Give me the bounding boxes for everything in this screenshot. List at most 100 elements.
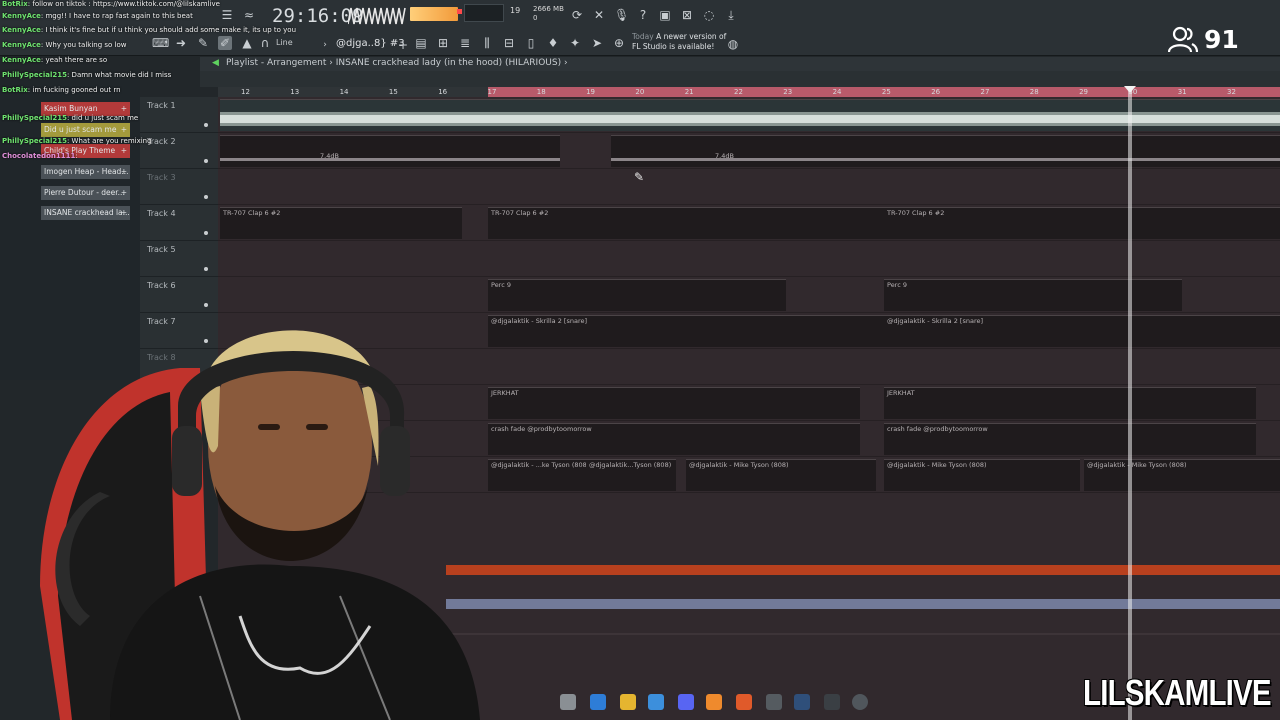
store-icon[interactable]: [648, 694, 664, 710]
timeline-ruler[interactable]: [218, 87, 1280, 97]
copilot-icon[interactable]: [590, 694, 606, 710]
brush-icon[interactable]: ✐: [218, 36, 232, 50]
chat-message: BotRix: follow on tiktok : https://www.t…: [2, 0, 220, 8]
stamp-icon[interactable]: ▲: [240, 36, 254, 50]
cross-icon[interactable]: ✕: [592, 8, 606, 22]
track-header[interactable]: Track 5: [140, 241, 218, 277]
track-lane[interactable]: [218, 97, 1280, 133]
mixer-icon[interactable]: ⫼: [480, 36, 494, 50]
folder-icon[interactable]: [620, 694, 636, 710]
track-led[interactable]: [204, 267, 208, 271]
pattern-clip[interactable]: Perc 9: [884, 279, 1182, 311]
document-icon[interactable]: ▯: [524, 36, 538, 50]
pattern-clip[interactable]: @djgalaktik - Skrilla 2 [snare]: [884, 315, 1280, 347]
snap-mode[interactable]: Line: [276, 38, 293, 47]
channel-rack-icon[interactable]: ≣: [458, 36, 472, 50]
playhead-marker[interactable]: [1124, 86, 1136, 93]
waveform: [220, 112, 1280, 126]
globe-icon[interactable]: ◍: [726, 37, 740, 51]
track-lane[interactable]: 7.4dB 7.4dB: [218, 133, 1280, 169]
pattern-clip[interactable]: JERKHAT: [884, 387, 1256, 419]
download-icon[interactable]: ⤓: [724, 8, 738, 22]
edison-icon[interactable]: ✦: [568, 36, 582, 50]
pattern-selector[interactable]: @djga..8} #3: [336, 38, 405, 49]
plugin-manager-icon[interactable]: ⊠: [680, 8, 694, 22]
brave-icon[interactable]: [736, 694, 752, 710]
pattern-clip[interactable]: crash fade @prodbytoomorrow: [884, 423, 1256, 455]
4k-icon[interactable]: [852, 694, 868, 710]
save-icon[interactable]: ▣: [658, 8, 672, 22]
fl-studio-icon[interactable]: [706, 694, 722, 710]
bar-number: 31: [1177, 88, 1187, 96]
help-icon[interactable]: ?: [636, 8, 650, 22]
add-icon[interactable]: +: [121, 186, 127, 200]
chevron-right-icon[interactable]: ›: [318, 38, 332, 52]
pattern-clip[interactable]: @djgalaktik - Mike Tyson (808): [1084, 459, 1280, 491]
automation-clip-red[interactable]: [446, 565, 1280, 575]
audio-clip[interactable]: [220, 99, 1280, 131]
cart-icon[interactable]: ⊕: [612, 36, 626, 50]
cpu-graph-icon: [464, 4, 504, 22]
piano-roll-icon[interactable]: ⊞: [436, 36, 450, 50]
picker-item[interactable]: INSANE crackhead la... +: [41, 206, 130, 220]
track-lane[interactable]: [218, 169, 1280, 205]
bar-number: 23: [783, 88, 793, 96]
pattern-clip[interactable]: @djgalaktik - Mike Tyson (808): [884, 459, 1080, 491]
bar-number: 20: [635, 88, 645, 96]
browser-icon[interactable]: ⊟: [502, 36, 516, 50]
track-lane[interactable]: [218, 241, 1280, 277]
chat-icon[interactable]: ◌: [702, 8, 716, 22]
waveform: [220, 158, 560, 161]
track-led[interactable]: [204, 231, 208, 235]
picker-item[interactable]: Pierre Dutour - deer... +: [41, 186, 130, 200]
track-led[interactable]: [204, 195, 208, 199]
chat-text: : did u just scam me: [66, 114, 139, 122]
chat-text: : I think it's fine but if u think you s…: [40, 26, 297, 34]
chat-message: KennyAce: I think it's fine but if u thi…: [2, 26, 296, 34]
viewer-counter: 91: [1168, 22, 1239, 56]
menu-icon[interactable]: ☰: [220, 8, 234, 22]
pattern-clip[interactable]: Perc 9: [488, 279, 786, 311]
master-pitch[interactable]: [410, 7, 462, 21]
chat-text: : Why you talking so low: [40, 41, 127, 49]
playlist-toolbar: [200, 71, 1280, 87]
news-panel[interactable]: Today A newer version of FL Studio is av…: [632, 32, 726, 52]
audio-clip[interactable]: 7.4dB: [611, 135, 1280, 167]
chat-user: PhillySpecial215: [2, 71, 67, 79]
steam-icon[interactable]: [794, 694, 810, 710]
wand-icon[interactable]: ➤: [590, 36, 604, 50]
track-label: Track 3: [147, 173, 176, 182]
add-pattern-icon[interactable]: +: [396, 38, 410, 52]
mic-icon[interactable]: 🎙: [614, 8, 629, 22]
obs-icon[interactable]: [766, 694, 782, 710]
clip-name: @djgalaktik...Tyson (808): [589, 461, 672, 469]
pattern-clip[interactable]: @djgalaktik - ...ke Tyson (808): [488, 459, 586, 491]
pattern-clip[interactable]: TR-707 Clap 6 #2: [488, 207, 884, 239]
magnet-icon[interactable]: ∩: [258, 36, 272, 50]
playlist-icon[interactable]: ▤: [414, 36, 428, 50]
cpu-usage: 19: [510, 6, 521, 15]
automation-clip-blue[interactable]: [446, 599, 1280, 609]
app-icon[interactable]: [824, 694, 840, 710]
add-icon[interactable]: +: [121, 206, 127, 220]
clip-name: @djgalaktik - Mike Tyson (808): [1087, 461, 1187, 469]
discord-icon[interactable]: [678, 694, 694, 710]
pattern-clip[interactable]: crash fade @prodbytoomorrow: [488, 423, 860, 455]
pattern-clip[interactable]: TR-707 Clap 6 #2: [884, 207, 1280, 239]
pattern-clip[interactable]: TR-707 Clap 6 #2: [220, 207, 462, 239]
track-header[interactable]: Track 3: [140, 169, 218, 205]
pattern-clip[interactable]: @djgalaktik...Tyson (808): [586, 459, 676, 491]
app-icon[interactable]: [560, 694, 576, 710]
pattern-clip[interactable]: @djgalaktik - Mike Tyson (808): [686, 459, 876, 491]
bar-number: 26: [931, 88, 941, 96]
refresh-icon[interactable]: ⟳: [570, 8, 584, 22]
audio-clip[interactable]: 7.4dB: [220, 135, 560, 167]
pattern-clip[interactable]: JERKHAT: [488, 387, 860, 419]
pattern-clip[interactable]: @djgalaktik - Skrilla 2 [snare]: [488, 315, 884, 347]
track-lane[interactable]: TR-707 Clap 6 #2 TR-707 Clap 6 #2 TR-707…: [218, 205, 1280, 241]
playlist-title-bar[interactable]: ◀ Playlist - Arrangement › INSANE crackh…: [200, 57, 1280, 71]
plugin-icon[interactable]: ♦: [546, 36, 560, 50]
memory-value: 2666 MB: [533, 5, 564, 13]
wave-icon[interactable]: ≈: [242, 8, 256, 22]
track-header[interactable]: Track 4: [140, 205, 218, 241]
